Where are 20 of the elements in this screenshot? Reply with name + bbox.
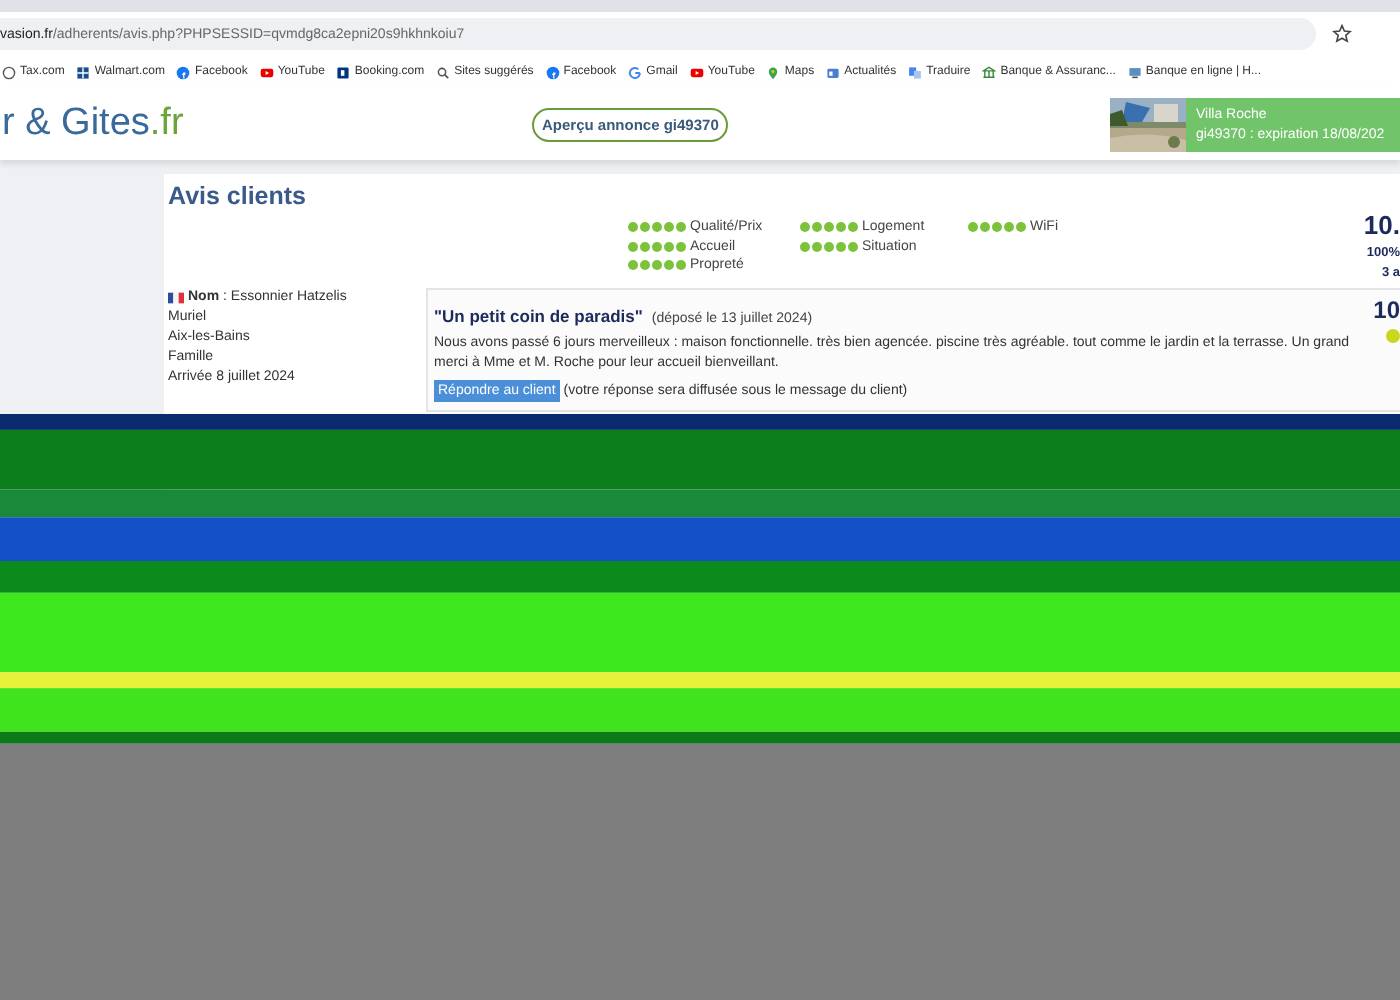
grid-icon [76,65,91,79]
google-icon [628,65,643,79]
site-logo[interactable]: r & Gites.fr [2,102,518,146]
booking-icon [336,65,351,79]
youtube-icon [259,65,274,79]
search-icon [436,65,451,79]
globe-icon [2,65,16,79]
youtube-icon [689,65,704,79]
review-title: "Un petit coin de paradis" [434,306,643,326]
bookmark-star-icon[interactable] [1332,24,1352,44]
bank-icon [982,65,997,79]
review-score: 10 [1373,296,1400,324]
monitor-icon [1127,65,1142,79]
overall-score: 10. [1363,210,1400,240]
page-title: Avis clients [168,182,309,214]
facebook-icon [545,65,560,79]
translate-icon [908,65,923,79]
facebook-icon [176,65,191,79]
news-icon [826,65,841,79]
map-pin-icon [766,65,781,79]
